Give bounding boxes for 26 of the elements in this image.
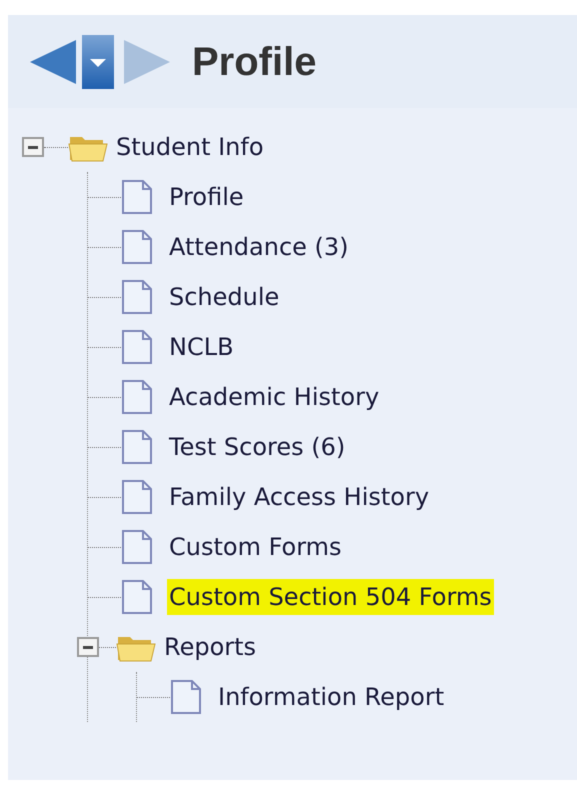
document-icon — [121, 380, 153, 414]
document-icon — [121, 480, 153, 514]
dropdown-button[interactable] — [82, 34, 114, 88]
tree-item[interactable]: Custom Forms — [167, 529, 344, 565]
document-icon — [121, 230, 153, 264]
tree-item[interactable]: Academic History — [167, 379, 382, 415]
document-icon — [121, 530, 153, 564]
tree-item[interactable]: Reports — [162, 629, 258, 665]
collapse-toggle[interactable] — [22, 137, 44, 157]
tree-item[interactable]: Information Report — [216, 679, 446, 715]
document-icon — [121, 580, 153, 614]
tree-item[interactable]: Test Scores (6) — [167, 429, 348, 465]
tree-item[interactable]: Attendance (3) — [167, 229, 351, 265]
tree-item[interactable]: Profile — [167, 179, 246, 215]
document-icon — [121, 180, 153, 214]
document-icon — [121, 280, 153, 314]
tree-item[interactable]: Custom Section 504 Forms — [167, 579, 494, 615]
document-icon — [121, 430, 153, 464]
tree-item[interactable]: Family Access History — [167, 479, 432, 515]
document-icon — [121, 330, 153, 364]
tree-item[interactable]: Student Info — [114, 129, 266, 165]
tree-item[interactable]: NCLB — [167, 329, 236, 365]
tree-item[interactable]: Schedule — [167, 279, 282, 315]
document-icon — [170, 680, 202, 714]
collapse-toggle[interactable] — [77, 637, 99, 657]
page-title: Profile — [192, 38, 316, 86]
